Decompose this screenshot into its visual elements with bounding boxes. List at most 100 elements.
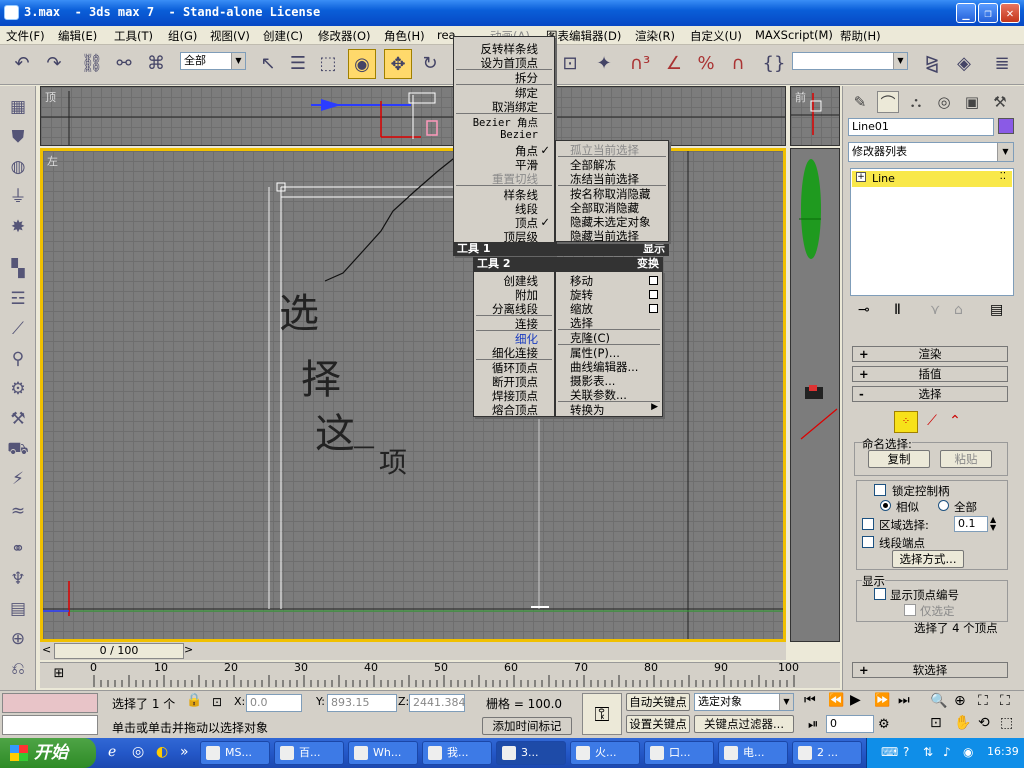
key-icon[interactable]: ⚿	[582, 693, 622, 735]
rollout-selection[interactable]: - 选择	[852, 386, 1008, 402]
all-radio[interactable]	[938, 500, 949, 511]
time-slider[interactable]: 0 / 100 < >	[40, 642, 786, 660]
zoom-all-icon[interactable]: ⊕	[954, 693, 966, 709]
vertex-level-icon[interactable]: ⁘	[894, 411, 918, 433]
help-icon[interactable]: ?	[903, 745, 909, 759]
rotate-icon[interactable]: ↻	[416, 49, 444, 79]
spinner-icon[interactable]: ▲ ▼	[990, 516, 996, 532]
rigid-body-icon[interactable]: ▦	[6, 94, 30, 120]
menu-maxscript[interactable]: MAXScript(M)	[755, 28, 833, 42]
snap-3d-icon[interactable]: ∩³	[626, 49, 654, 79]
wind-icon[interactable]: ▤	[6, 596, 30, 622]
pan-icon[interactable]: ✋	[954, 715, 971, 731]
region-zoom-icon[interactable]: ⊡	[930, 715, 942, 731]
modify-tab-icon[interactable]: ⌒	[877, 91, 899, 113]
named-selection-dropdown[interactable]: ▼	[792, 52, 908, 70]
menu-tools[interactable]: 工具(T)	[114, 28, 153, 44]
task-wo[interactable]: 我...	[422, 741, 492, 765]
menu-bezier[interactable]: Bezier	[500, 129, 538, 141]
key-mode-dropdown[interactable]: 选定对象 ▼	[694, 693, 794, 711]
show-end-result-icon[interactable]: Ⅱ	[894, 302, 901, 318]
motor-icon[interactable]: ♆	[6, 566, 30, 592]
zoom-icon[interactable]: 🔍	[930, 693, 947, 709]
make-unique-icon[interactable]: ⋎	[930, 302, 940, 318]
close-button[interactable]: ✕	[1000, 3, 1020, 23]
prev-frame-icon[interactable]: ⏪	[828, 693, 844, 708]
zoom-extents-icon[interactable]: ⛶	[978, 693, 988, 709]
gear-icon[interactable]: ⚙	[6, 376, 30, 402]
media-icon[interactable]: ◐	[156, 744, 168, 760]
move-icon[interactable]: ✥	[384, 49, 412, 79]
menu-create[interactable]: 创建(C)	[263, 28, 303, 44]
select-link-icon[interactable]: ⛓	[78, 49, 106, 79]
track-view-icon[interactable]: ⊞	[48, 666, 70, 682]
select-object-icon[interactable]: ↖	[254, 49, 282, 79]
stack-item-line[interactable]: + Line ⁚⁚	[852, 171, 1012, 187]
task-ms[interactable]: MS...	[200, 741, 270, 765]
task-firefox[interactable]: 火...	[570, 741, 640, 765]
object-color-swatch[interactable]	[998, 118, 1014, 134]
menu-file[interactable]: 文件(F)	[6, 28, 45, 44]
arc-rotate-icon[interactable]: ⟲	[978, 715, 990, 731]
maxscript-listener-mini[interactable]	[2, 693, 98, 713]
y-coordinate-field[interactable]: 893.15	[327, 694, 397, 712]
alike-radio[interactable]	[880, 500, 891, 511]
left-viewport[interactable]: 左 选 择 这 一 项	[40, 148, 786, 642]
task-2[interactable]: 2 ...	[792, 741, 862, 765]
dashpot-icon[interactable]: ⚲	[6, 346, 30, 372]
layer-manager-icon[interactable]: ≣	[988, 49, 1016, 79]
manipulate-icon[interactable]: ✦	[590, 49, 618, 79]
play-icon[interactable]: ▶	[850, 692, 861, 708]
angle-snap-icon[interactable]: ∠	[660, 49, 688, 79]
settings-box-icon[interactable]	[649, 276, 658, 285]
menu-hide-selection[interactable]: 隐藏当前选择	[570, 228, 639, 244]
rect-region-icon[interactable]: ⬚	[314, 49, 342, 79]
task-wh[interactable]: Wh...	[348, 741, 418, 765]
select-by-button[interactable]: 选择方式...	[892, 550, 964, 568]
remove-modifier-icon[interactable]: ⌂	[954, 302, 963, 318]
top-viewport[interactable]: 顶	[40, 86, 786, 146]
time-slider-thumb[interactable]: 0 / 100	[54, 643, 184, 659]
front-viewport[interactable]: 前	[790, 86, 840, 146]
configure-sets-icon[interactable]: ▤	[990, 302, 1003, 318]
hinge-icon[interactable]: ⚒	[6, 406, 30, 432]
time-config-icon[interactable]: ⚙	[878, 717, 890, 732]
menu-modifiers[interactable]: 修改器(O)	[318, 28, 371, 44]
goto-end-icon[interactable]: ⏭	[898, 693, 910, 708]
star-icon[interactable]: ✸	[6, 214, 30, 240]
absolute-mode-icon[interactable]: ⊡	[212, 695, 222, 709]
rollout-rendering[interactable]: + 渲染	[852, 346, 1008, 362]
menu-bezier-corner[interactable]: Bezier 角点	[473, 115, 538, 130]
car-icon[interactable]: ⛟	[6, 436, 30, 462]
area-selection-value[interactable]: 0.1	[954, 516, 988, 532]
lock-selection-icon[interactable]: 🔒	[186, 693, 202, 708]
add-time-tag-button[interactable]: 添加时间标记	[482, 717, 572, 735]
settings-box-icon[interactable]	[649, 290, 658, 299]
maxscript-input-mini[interactable]	[2, 715, 98, 735]
start-button[interactable]: 开始	[0, 738, 96, 768]
segment-level-icon[interactable]: ⟋	[922, 411, 942, 433]
menu-graph-editors[interactable]: 图表编辑器(D)	[546, 28, 621, 44]
select-by-name-icon[interactable]: ☰	[284, 49, 312, 79]
restore-button[interactable]: ❐	[978, 3, 998, 23]
goto-start-icon[interactable]: ⏮	[804, 693, 816, 708]
maximize-viewport-icon[interactable]: ⬚	[1000, 715, 1013, 731]
copy-button[interactable]: 复制	[868, 450, 930, 468]
mirror-icon[interactable]: ⧎	[918, 49, 946, 79]
unlink-icon[interactable]: ⚯	[110, 49, 138, 79]
track-bar[interactable]: 0 10 20 30 40 50 60 70 80 90 100	[40, 661, 840, 688]
z-coordinate-field[interactable]: 2441.384	[409, 694, 466, 712]
toy-car-icon[interactable]: ⚭	[6, 536, 30, 562]
menu-view[interactable]: 视图(V)	[210, 28, 250, 44]
scale-icon[interactable]: ⊡	[556, 49, 584, 79]
sphere-icon[interactable]: ◍	[6, 154, 30, 180]
menu-convert-to[interactable]: 转换为	[570, 402, 605, 418]
menu-help[interactable]: 帮助(H)	[840, 28, 881, 44]
volume-icon[interactable]: ♪	[943, 745, 951, 759]
menu-customize[interactable]: 自定义(U)	[690, 28, 742, 44]
preview-icon[interactable]: ⊕	[6, 626, 30, 652]
time-prev-icon[interactable]: <	[42, 643, 51, 656]
paste-button[interactable]: 粘贴	[940, 450, 992, 468]
next-frame-icon[interactable]: ⏩	[874, 693, 890, 708]
spring-icon[interactable]: ⟋	[6, 316, 30, 342]
